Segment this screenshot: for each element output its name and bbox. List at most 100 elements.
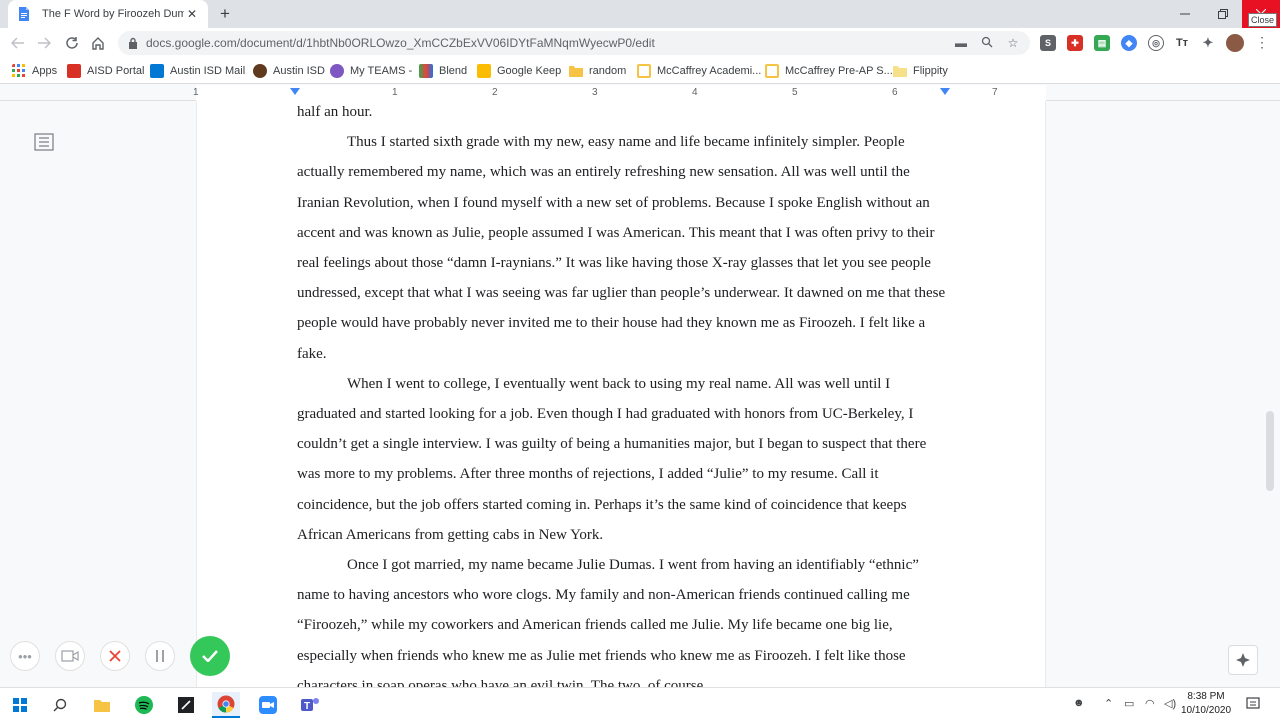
bookmark-folder-flippity[interactable]: Flippity (893, 62, 948, 80)
finish-recording-button[interactable] (190, 636, 230, 676)
right-indent-marker[interactable] (940, 88, 950, 95)
google-docs-icon (19, 7, 29, 21)
search-icon (53, 698, 67, 712)
paragraph[interactable]: Thus I started sixth grade with my new, … (297, 127, 952, 369)
notification-center-icon[interactable] (1246, 697, 1260, 711)
reload-button[interactable] (62, 33, 82, 53)
extension-s-icon[interactable]: S (1040, 35, 1056, 51)
discard-recording-button[interactable] (100, 641, 130, 671)
spotify-button[interactable] (130, 692, 158, 718)
notes-app-icon (178, 697, 194, 713)
zoom-icon[interactable] (980, 36, 994, 50)
tab-close-icon[interactable]: ✕ (184, 6, 200, 22)
ruler-tick: 1 (392, 87, 398, 98)
ruler-tick: 7 (992, 87, 998, 98)
clock-time: 8:38 PM (1187, 691, 1225, 702)
file-explorer-button[interactable] (88, 692, 116, 718)
vertical-scrollbar[interactable] (1266, 411, 1274, 491)
toggle-camera-button[interactable] (55, 641, 85, 671)
bookmark-star-icon[interactable]: ☆ (1006, 36, 1020, 50)
austin-isd-icon (253, 64, 267, 78)
bookmark-label: Flippity (913, 65, 948, 77)
home-button[interactable] (88, 33, 108, 53)
bookmark-label: McCaffrey Academi... (657, 65, 762, 77)
windows-icon (13, 698, 27, 712)
browser-tab[interactable]: The F Word by Firoozeh Dumas ✕ (8, 0, 208, 28)
minimize-icon (1180, 13, 1190, 15)
teams-app-icon: T (301, 698, 319, 712)
bookmark-aisd-portal[interactable]: AISD Portal (67, 62, 144, 80)
teams-portal-icon (330, 64, 344, 78)
chrome-button[interactable] (212, 692, 240, 718)
bookmark-label: Austin ISD Mail (170, 65, 246, 77)
ruler-tick: 2 (492, 87, 498, 98)
apps-grid-icon (12, 64, 25, 77)
extension-circle-icon[interactable]: ◎ (1148, 35, 1164, 51)
bookmark-austin-isd[interactable]: Austin ISD (253, 62, 325, 80)
tab-strip: The F Word by Firoozeh Dumas ✕ + Close (0, 0, 1280, 28)
search-button[interactable] (46, 692, 74, 718)
teams-app-button[interactable]: T (296, 692, 324, 718)
extension-red-icon[interactable]: ✚ (1067, 35, 1083, 51)
google-keep-icon (477, 64, 491, 78)
volume-icon[interactable]: ◁) (1164, 697, 1176, 710)
extension-text-icon[interactable]: Tт (1174, 35, 1190, 51)
url-text: docs.google.com/document/d/1hbtNb0ORLOwz… (146, 36, 655, 50)
paragraph[interactable]: When I went to college, I eventually wen… (297, 369, 952, 550)
bookmark-label: Blend (439, 65, 468, 77)
notes-app-button[interactable] (172, 692, 200, 718)
people-icon[interactable]: ☻ (1073, 697, 1085, 709)
pause-icon (156, 650, 164, 662)
paragraph[interactable]: Once I got married, my name became Julie… (297, 550, 952, 687)
ruler: 1 1 2 3 4 5 6 7 (0, 85, 1280, 101)
document-body[interactable]: half an hour. Thus I started sixth grade… (297, 101, 952, 687)
pause-recording-button[interactable] (145, 641, 175, 671)
bookmark-apps[interactable]: Apps (12, 62, 57, 80)
ruler-track[interactable]: 1 1 2 3 4 5 6 7 (193, 85, 1046, 101)
bookmark-label: My TEAMS - (350, 65, 413, 77)
camera-blocked-icon[interactable]: ▬ (954, 36, 968, 50)
bookmark-blend[interactable]: Blend (419, 62, 467, 80)
bookmark-mccaffrey-academics[interactable]: McCaffrey Academi... (637, 62, 761, 80)
explore-icon (1236, 653, 1250, 667)
bookmark-folder-random[interactable]: random (569, 62, 626, 80)
profile-avatar[interactable] (1226, 34, 1244, 52)
extensions-puzzle-icon[interactable]: ✦ (1200, 35, 1216, 51)
mccaffrey-preap-icon (765, 64, 779, 78)
bookmark-my-teams[interactable]: My TEAMS - (330, 62, 412, 80)
back-button[interactable] (8, 33, 28, 53)
outlook-icon (150, 64, 164, 78)
bookmark-mccaffrey-preap[interactable]: McCaffrey Pre-AP S... (765, 62, 893, 80)
extension-green-icon[interactable]: ▤ (1094, 35, 1110, 51)
zoom-app-button[interactable] (254, 692, 282, 718)
system-clock[interactable]: 8:38 PM 10/10/2020 (1176, 690, 1236, 718)
zoom-app-icon (259, 696, 277, 714)
back-arrow-icon (11, 37, 24, 49)
extension-shield-icon[interactable]: ◆ (1121, 35, 1137, 51)
start-button[interactable] (6, 692, 34, 718)
ruler-tick: 6 (892, 87, 898, 98)
left-indent-marker[interactable] (290, 88, 300, 95)
battery-icon[interactable]: ▭ (1124, 697, 1134, 710)
more-options-button[interactable]: ••• (10, 641, 40, 671)
browser-menu-icon[interactable]: ⋮ (1254, 34, 1270, 52)
forward-button[interactable] (34, 33, 54, 53)
explore-button[interactable] (1228, 645, 1258, 675)
new-tab-button[interactable]: + (216, 5, 234, 23)
bookmark-label: random (589, 65, 627, 77)
mccaffrey-academics-icon (637, 64, 651, 78)
document-page[interactable]: half an hour. Thus I started sixth grade… (196, 101, 1046, 687)
paragraph[interactable]: half an hour. (297, 101, 952, 127)
show-hidden-icons-icon[interactable]: ⌃ (1104, 697, 1113, 710)
minimize-button[interactable] (1166, 0, 1204, 28)
blend-icon (419, 64, 433, 78)
bookmark-google-keep[interactable]: Google Keep (477, 62, 561, 80)
address-bar[interactable]: docs.google.com/document/d/1hbtNb0ORLOwz… (118, 31, 1030, 55)
bookmark-austin-isd-mail[interactable]: Austin ISD Mail (150, 62, 245, 80)
more-dots-icon: ••• (18, 648, 32, 664)
folder-icon (893, 66, 907, 77)
wifi-icon[interactable]: ◠ (1145, 697, 1155, 710)
bookmark-label: Apps (32, 65, 58, 77)
restore-button[interactable] (1204, 0, 1242, 28)
document-outline-icon[interactable] (34, 133, 54, 151)
